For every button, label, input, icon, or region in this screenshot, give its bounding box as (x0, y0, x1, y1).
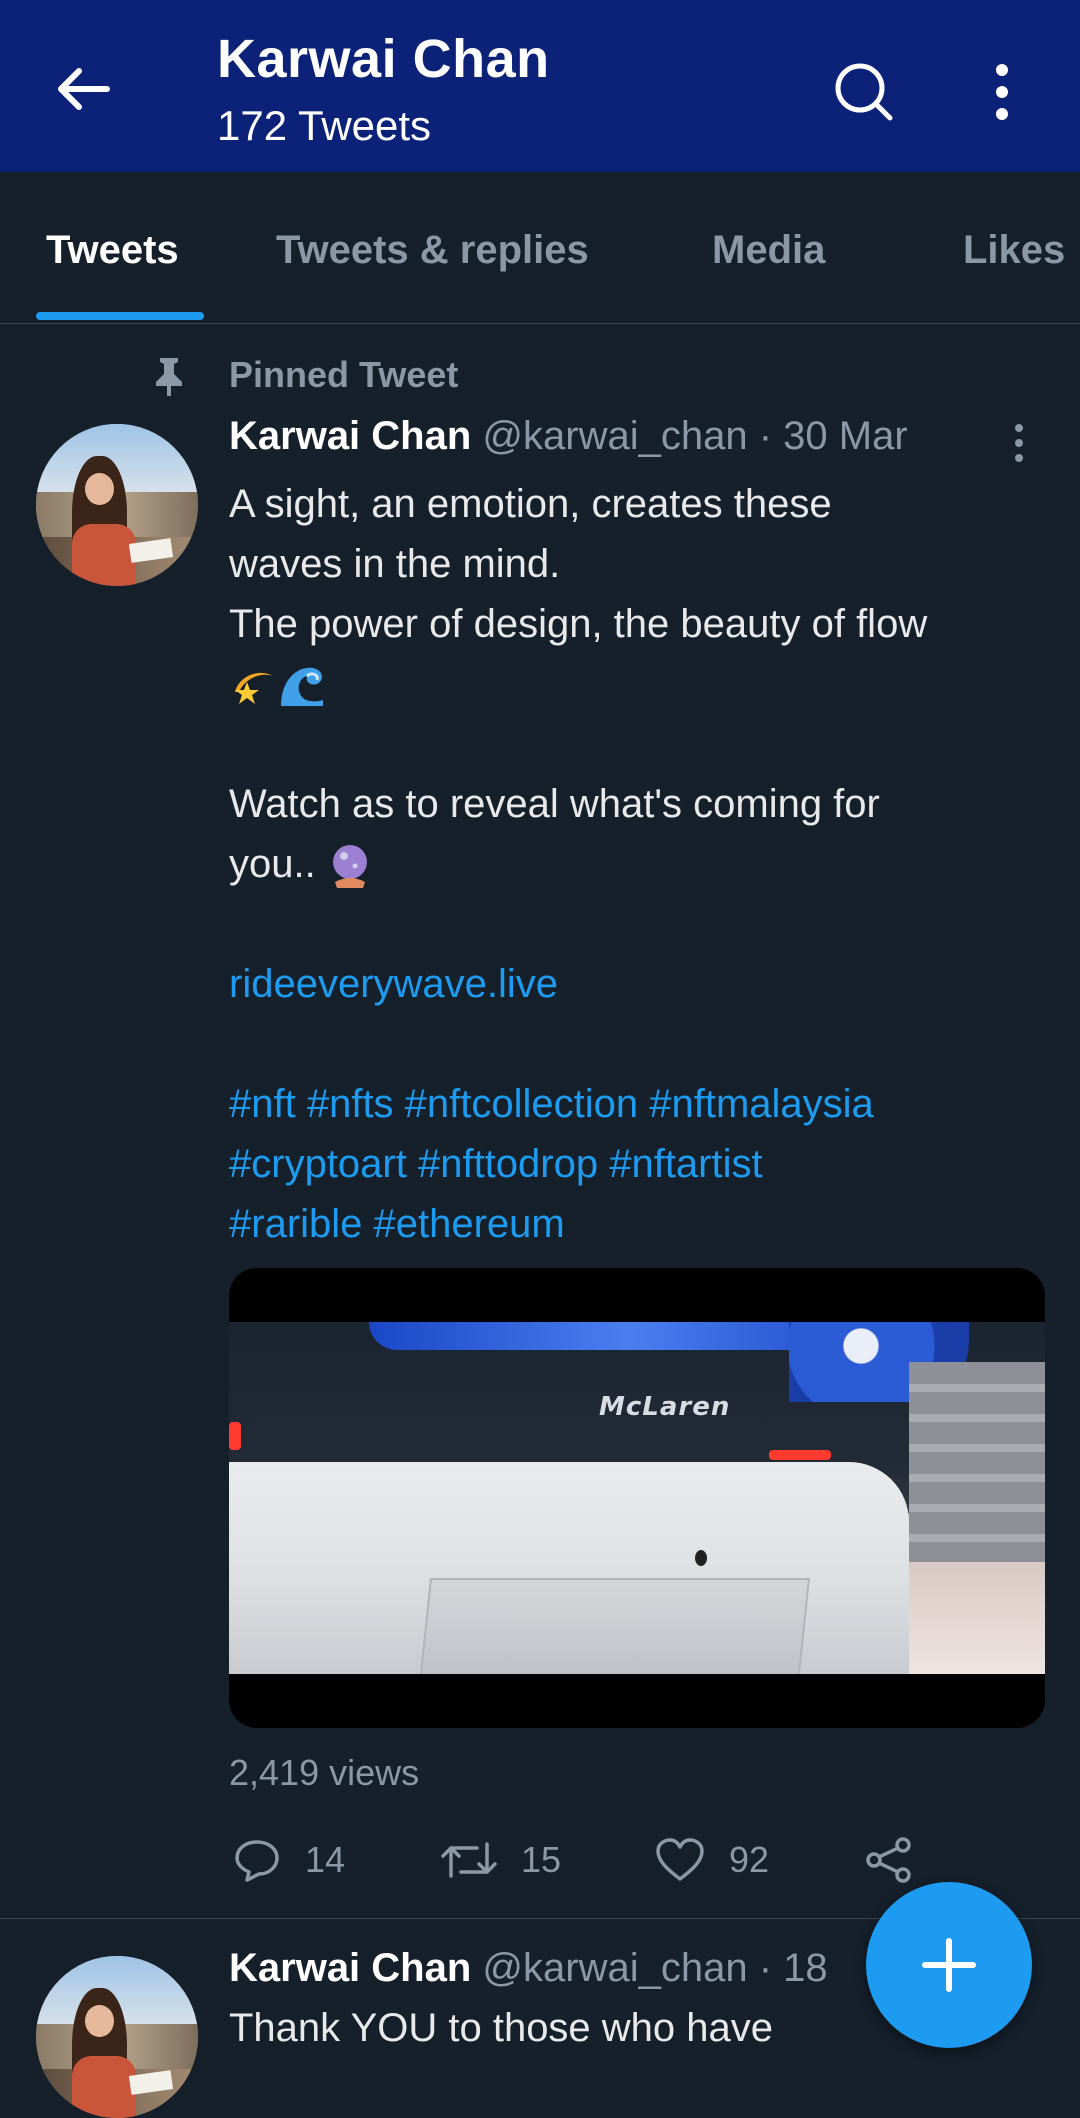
retweet-count: 15 (521, 1839, 562, 1880)
video-thumbnail: McLaren (229, 1322, 1045, 1674)
tab-media[interactable]: Media (712, 228, 825, 273)
tweet-text-line: you.. (229, 842, 316, 886)
dizzy-star-emoji (235, 673, 273, 705)
author-name[interactable]: Karwai Chan (229, 1946, 471, 1990)
author-name[interactable]: Karwai Chan (229, 414, 471, 458)
crystal-ball-emoji (332, 845, 367, 889)
back-button[interactable] (48, 54, 118, 124)
tweet-actions: 14 15 92 (229, 1830, 1029, 1890)
avatar[interactable] (36, 1956, 198, 2118)
tab-likes[interactable]: Likes (963, 228, 1065, 273)
share-icon (866, 1837, 911, 1883)
tweet-link[interactable]: rideeverywave.live (229, 954, 1049, 1014)
reply-icon (235, 1840, 279, 1882)
view-count: 2,419 views (229, 1752, 420, 1793)
tweet-header: Karwai Chan @karwai_chan · 18 (229, 1946, 828, 1991)
tweet-header: Karwai Chan @karwai_chan · 30 Mar (229, 414, 908, 459)
retweet-button[interactable]: 15 (441, 1830, 561, 1890)
plus-icon (922, 1938, 976, 1992)
active-tab-indicator (36, 312, 204, 320)
more-vertical-icon (1015, 424, 1023, 462)
tab-tweets-and-replies[interactable]: Tweets & replies (276, 228, 589, 273)
reply-count: 14 (305, 1839, 346, 1880)
tweet-text-line: The power of design, the beauty of flow (229, 602, 928, 646)
profile-name-title: Karwai Chan (217, 29, 550, 89)
share-button[interactable] (865, 1830, 913, 1890)
app-header: Karwai Chan 172 Tweets (0, 0, 1080, 172)
tweet-text-line: waves in the mind. (229, 542, 561, 586)
search-icon (835, 63, 893, 121)
water-wave-emoji (281, 668, 323, 707)
tweet-count: 172 Tweets (217, 102, 432, 149)
tweet-text: A sight, an emotion, creates these waves… (229, 474, 1049, 1254)
compose-tweet-button[interactable] (866, 1882, 1032, 2048)
tab-tweets[interactable]: Tweets (46, 228, 179, 273)
like-count: 92 (729, 1839, 770, 1880)
tweet-text: Thank YOU to those who have (229, 2006, 774, 2050)
more-options-button[interactable] (972, 54, 1032, 130)
tweet-text-line-with-emoji: you.. (229, 834, 1049, 894)
author-handle-date: @karwai_chan · 30 Mar (482, 414, 908, 458)
tweet-video[interactable]: McLaren (229, 1268, 1045, 1728)
tweet-more-button[interactable] (1004, 418, 1034, 468)
author-handle-date: @karwai_chan · 18 (482, 1946, 828, 1990)
tweet-text-line: A sight, an emotion, creates these (229, 482, 832, 526)
avatar[interactable] (36, 424, 198, 586)
profile-tabs: Tweets Tweets & replies Media Likes (0, 172, 1080, 324)
emoji-line (229, 654, 1049, 714)
hashtags-line[interactable]: #rarible #ethereum (229, 1194, 1049, 1254)
retweet-icon (441, 1842, 497, 1878)
pinned-tweet-label: Pinned Tweet (229, 354, 459, 395)
pinned-tweet-label-row: Pinned Tweet (0, 348, 1080, 404)
arrow-left-icon (58, 68, 110, 110)
hashtags-line[interactable]: #cryptoart #nfttodrop #nftartist (229, 1134, 1049, 1194)
hashtags-line[interactable]: #nft #nfts #nftcollection #nftmalaysia (229, 1074, 1049, 1134)
car-logo-text: McLaren (599, 1392, 731, 1422)
more-vertical-icon (996, 64, 1008, 120)
reply-button[interactable]: 14 (233, 1830, 345, 1890)
heart-icon (656, 1838, 704, 1881)
tweet-text-line: Watch as to reveal what's coming for (229, 782, 880, 826)
pin-icon (156, 358, 182, 396)
like-button[interactable]: 92 (655, 1830, 769, 1890)
search-button[interactable] (826, 54, 902, 130)
